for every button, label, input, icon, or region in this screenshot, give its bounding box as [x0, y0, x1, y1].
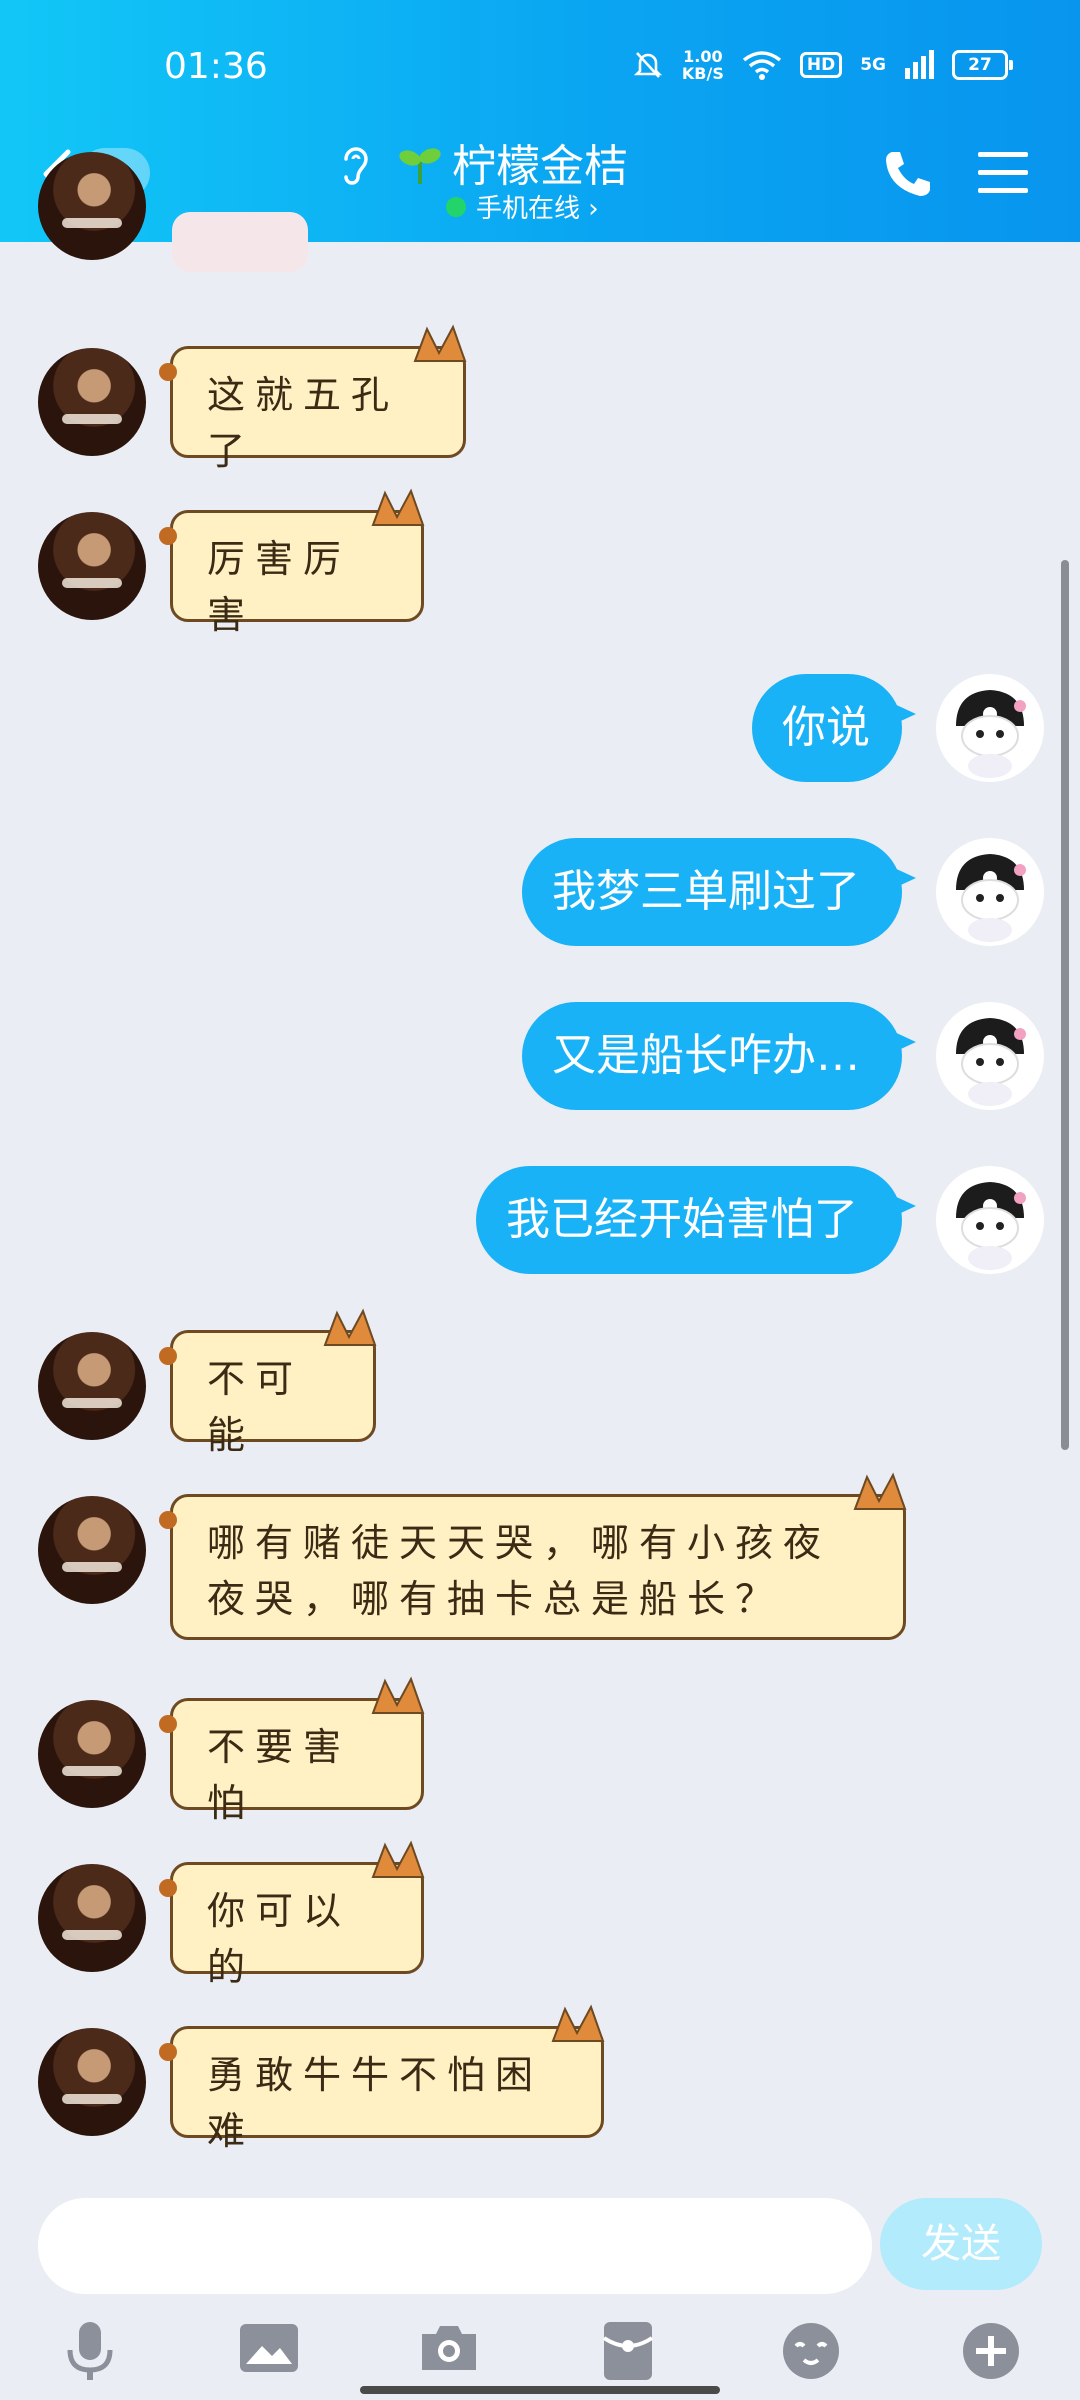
message-bubble-left[interactable]: 你可以的 — [159, 1840, 425, 1989]
sticker-image[interactable] — [172, 212, 308, 272]
chat-message-list[interactable]: 这就五孔了 厉害厉害 你说 我梦三单刷过了 又是船长咋办… 我已经开始害怕了 不… — [0, 152, 1080, 2192]
message-text: 勇敢牛牛不怕困难 — [207, 2053, 544, 2153]
image-icon[interactable] — [238, 2320, 300, 2376]
contact-avatar[interactable] — [38, 1700, 146, 1808]
hd-icon: HD — [799, 52, 843, 78]
cat-ears-icon — [853, 1472, 907, 1510]
cat-ears-icon — [551, 2004, 605, 2042]
chat-header: 01:36 1.00 KB/S HD 5G 27 2 — [0, 0, 1080, 242]
phone-icon[interactable] — [882, 148, 934, 200]
bubble-tail — [159, 1347, 177, 1365]
message-bubble-left[interactable]: 哪有赌徒天天哭，哪有小孩夜夜哭，哪有抽卡总是船长？ — [159, 1472, 907, 1640]
contact-name[interactable]: 柠檬金桔 — [452, 130, 628, 194]
message-text: 这就五孔了 — [207, 373, 400, 473]
online-dot — [446, 196, 466, 217]
message-input[interactable] — [38, 2198, 872, 2294]
signal-icon — [905, 50, 934, 79]
message-text: 又是船长咋办… — [552, 1030, 860, 1081]
cat-ears-icon — [323, 1308, 377, 1346]
contact-avatar[interactable] — [38, 152, 146, 260]
message-text: 不可能 — [207, 1357, 304, 1457]
battery-icon: 27 — [952, 50, 1013, 80]
my-avatar[interactable] — [936, 1166, 1044, 1274]
cat-ears-icon — [371, 1676, 425, 1714]
red-packet-icon[interactable] — [600, 2320, 656, 2382]
cat-ears-icon — [413, 324, 467, 362]
mute-bell-icon — [633, 52, 663, 78]
message-bubble-right[interactable]: 你说 — [752, 674, 916, 782]
message-bubble-left[interactable]: 不可能 — [159, 1308, 377, 1457]
wifi-icon — [742, 51, 781, 80]
speed-unit: KB/S — [681, 64, 724, 83]
message-bubble-right[interactable]: 又是船长咋办… — [522, 1002, 916, 1110]
message-text: 哪有赌徒天天哭，哪有小孩夜夜哭，哪有抽卡总是船长？ — [207, 1521, 832, 1621]
speed-value: 1.00 — [683, 47, 723, 66]
message-text: 你可以的 — [207, 1889, 352, 1989]
home-indicator[interactable] — [360, 2386, 720, 2394]
contact-avatar[interactable] — [38, 1332, 146, 1440]
scrollbar[interactable] — [1061, 560, 1069, 1450]
message-bubble-right[interactable]: 我已经开始害怕了 — [476, 1166, 916, 1274]
cat-ears-icon — [371, 1840, 425, 1878]
my-avatar[interactable] — [936, 838, 1044, 946]
message-text: 我梦三单刷过了 — [552, 866, 860, 917]
kuromi-avatar-icon — [956, 1018, 1026, 1106]
network-type: 5G — [860, 55, 886, 75]
bubble-tail — [159, 527, 177, 545]
kuromi-avatar-icon — [956, 1182, 1026, 1270]
contact-avatar[interactable] — [38, 1496, 146, 1604]
bubble-tail — [159, 363, 177, 381]
message-bubble-left[interactable]: 厉害厉害 — [159, 488, 425, 637]
message-text: 你说 — [782, 702, 870, 753]
ear-icon[interactable] — [338, 143, 374, 187]
status-time: 01:36 — [164, 46, 268, 87]
my-avatar[interactable] — [936, 1002, 1044, 1110]
message-text: 我已经开始害怕了 — [506, 1194, 858, 1245]
sprout-icon — [399, 148, 441, 184]
bubble-tail — [159, 2043, 177, 2061]
contact-avatar[interactable] — [38, 348, 146, 456]
message-bubble-left[interactable]: 勇敢牛牛不怕困难 — [159, 2004, 605, 2153]
message-text: 不要害怕 — [207, 1725, 352, 1825]
plus-icon[interactable] — [960, 2320, 1022, 2382]
online-status-label: 手机在线 › — [476, 194, 599, 224]
contact-avatar[interactable] — [38, 512, 146, 620]
kuromi-avatar-icon — [956, 854, 1026, 942]
message-bubble-left[interactable]: 这就五孔了 — [159, 324, 467, 473]
send-button[interactable]: 发送 — [880, 2198, 1042, 2290]
my-avatar[interactable] — [936, 674, 1044, 782]
menu-icon[interactable] — [978, 150, 1028, 196]
bubble-tail — [159, 1511, 177, 1529]
bubble-tail — [159, 1715, 177, 1733]
bubble-tail — [159, 1879, 177, 1897]
contact-avatar[interactable] — [38, 2028, 146, 2136]
online-status[interactable]: 手机在线 › — [446, 188, 599, 225]
message-bubble-left[interactable]: 不要害怕 — [159, 1676, 425, 1825]
network-speed: 1.00 KB/S — [682, 48, 724, 82]
emoji-icon[interactable] — [780, 2320, 842, 2382]
status-icons: 1.00 KB/S HD 5G 27 — [632, 48, 1013, 82]
microphone-icon[interactable] — [62, 2320, 118, 2382]
camera-icon[interactable] — [418, 2320, 480, 2376]
contact-avatar[interactable] — [38, 1864, 146, 1972]
message-bubble-right[interactable]: 我梦三单刷过了 — [522, 838, 916, 946]
kuromi-avatar-icon — [956, 690, 1026, 778]
cat-ears-icon — [371, 488, 425, 526]
message-text: 厉害厉害 — [207, 537, 352, 637]
